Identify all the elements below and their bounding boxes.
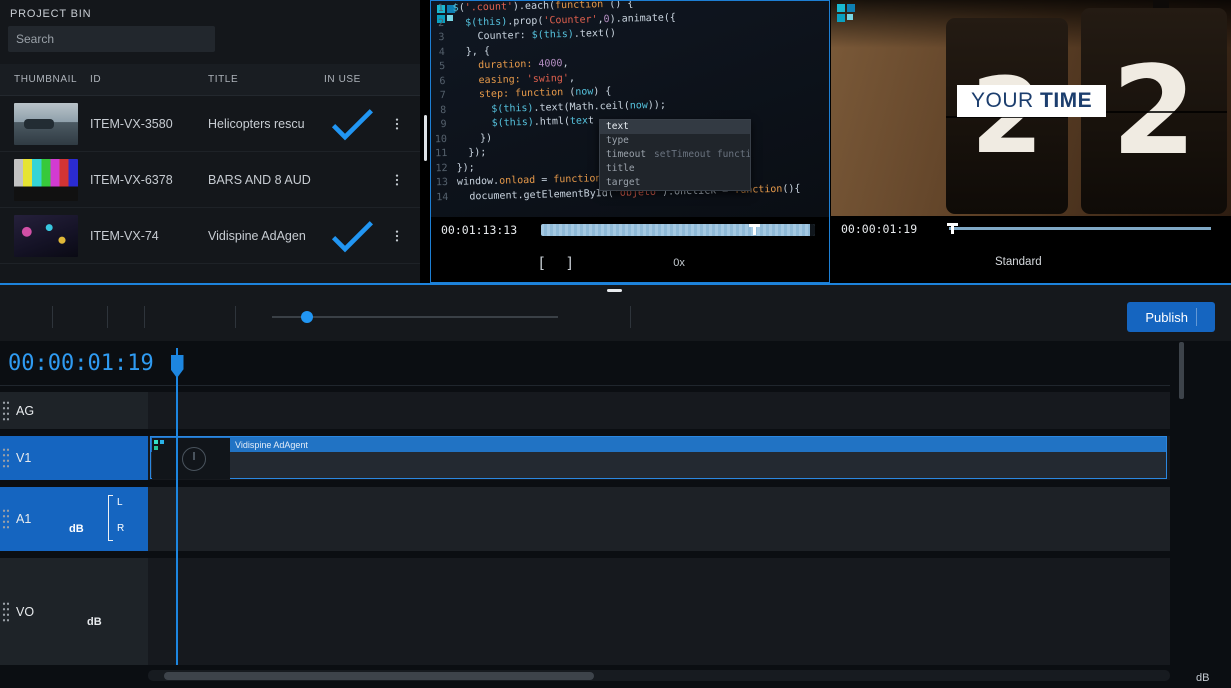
- in-use-check-icon: [324, 208, 380, 264]
- asset-thumbnail: [14, 103, 78, 145]
- project-bin-panel: PROJECT BIN THUMBNAIL ID TITLE IN USE IT…: [0, 0, 420, 283]
- waveform-left: [150, 492, 1166, 516]
- asset-thumbnail: [14, 159, 78, 201]
- timeline-clip[interactable]: Vidispine AdAgent: [150, 436, 1167, 479]
- track-name: AG: [16, 404, 34, 418]
- asset-title: Helicopters rescu: [208, 117, 324, 131]
- autocomplete-item: text: [600, 120, 750, 134]
- track-drag-handle[interactable]: [2, 601, 9, 623]
- code-autocomplete-popup: texttypetimeoutsetTimeout functiontitlet…: [599, 119, 751, 191]
- search-input[interactable]: [8, 32, 209, 46]
- timeline-panel: 00:00:01:19 AG V1 Vidispine AdAgent: [0, 341, 1231, 688]
- autocomplete-item: type: [600, 134, 750, 148]
- track-drag-handle[interactable]: [2, 447, 9, 469]
- column-title: TITLE: [208, 74, 324, 85]
- row-menu-icon[interactable]: [380, 116, 414, 132]
- speed-value: 0x: [673, 257, 685, 269]
- track-lane-a1[interactable]: [148, 487, 1170, 551]
- track-name: V1: [16, 451, 31, 465]
- channel-controls: L R: [108, 493, 146, 543]
- program-timecode[interactable]: 00:00:01:19: [841, 222, 917, 236]
- autocomplete-item: title: [600, 162, 750, 176]
- project-bin-title: PROJECT BIN: [0, 0, 420, 24]
- playhead-line: [176, 348, 178, 665]
- track-lane-ag[interactable]: [148, 392, 1170, 429]
- track-header-ag[interactable]: AG: [0, 392, 148, 429]
- track-lane-vo[interactable]: [148, 558, 1170, 665]
- bin-row[interactable]: ITEM-VX-3580Helicopters rescu: [0, 96, 420, 152]
- source-video-viewport[interactable]: 1$('.count').each(function () {2 $(this)…: [431, 1, 829, 217]
- bin-rows: ITEM-VX-3580Helicopters rescuITEM-VX-637…: [0, 96, 420, 264]
- search-box[interactable]: [8, 26, 215, 52]
- quality-selector[interactable]: Standard: [995, 256, 1042, 268]
- asset-title: Vidispine AdAgen: [208, 229, 324, 243]
- playback-speed-control[interactable]: 0x: [669, 257, 685, 269]
- asset-title: BARS AND 8 AUD: [208, 173, 324, 187]
- track-drag-handle[interactable]: [2, 508, 9, 530]
- vertical-scrollbar[interactable]: [1179, 342, 1184, 399]
- video-editor-app: PROJECT BIN THUMBNAIL ID TITLE IN USE IT…: [0, 0, 1231, 688]
- bin-row[interactable]: ITEM-VX-74Vidispine AdAgen: [0, 208, 420, 264]
- source-playhead-marker[interactable]: [749, 224, 760, 235]
- source-transport: [ ] 0x: [431, 243, 829, 283]
- source-timecode[interactable]: 00:01:13:13: [441, 223, 517, 237]
- program-transport: Standard: [831, 242, 1231, 282]
- db-unit-label: dB: [1196, 672, 1209, 684]
- channel-right-label: R: [117, 523, 124, 534]
- timeline-ruler[interactable]: [148, 341, 1170, 386]
- column-thumbnail: THUMBNAIL: [0, 74, 90, 85]
- asset-id: ITEM-VX-74: [90, 229, 208, 243]
- horizontal-scrollbar[interactable]: [148, 670, 1170, 681]
- db-meter: [1190, 341, 1231, 673]
- track-name: A1: [16, 512, 31, 526]
- mark-out-button[interactable]: ]: [565, 255, 574, 271]
- publish-label: Publish: [1145, 310, 1188, 325]
- panel-resize-handle[interactable]: [424, 115, 427, 161]
- db-label[interactable]: dB: [69, 523, 84, 535]
- channel-bracket: [108, 495, 113, 541]
- asset-thumbnail: [14, 215, 78, 257]
- clip-title: Vidispine AdAgent: [235, 440, 308, 450]
- track-name: VO: [16, 605, 34, 619]
- mark-in-button[interactable]: [: [537, 255, 546, 271]
- timeline-current-timecode: 00:00:01:19: [0, 341, 148, 386]
- autocomplete-item: timeoutsetTimeout function: [600, 148, 750, 162]
- zoom-slider-knob[interactable]: [301, 311, 313, 323]
- column-id: ID: [90, 74, 208, 85]
- edit-toolbar: Publish: [0, 285, 1231, 341]
- channel-left-label: L: [117, 497, 123, 508]
- program-player-panel: 2 2 YOUR TIME 00:00:01:19 Standard: [831, 0, 1231, 283]
- column-in-use: IN USE: [324, 74, 380, 85]
- bin-row[interactable]: ITEM-VX-6378BARS AND 8 AUD: [0, 152, 420, 208]
- track-header-vo[interactable]: VO dB: [0, 558, 148, 665]
- db-label[interactable]: dB: [87, 616, 102, 628]
- asset-id: ITEM-VX-3580: [90, 117, 208, 131]
- program-video-viewport[interactable]: 2 2 YOUR TIME: [831, 0, 1231, 216]
- splitter-handle[interactable]: [607, 289, 622, 292]
- timeline-zoom-slider[interactable]: [272, 308, 558, 326]
- publish-button[interactable]: Publish: [1127, 302, 1215, 332]
- waveform-right: [150, 520, 1166, 544]
- autocomplete-item: target: [600, 176, 750, 190]
- program-scrubber[interactable]: [949, 227, 1211, 230]
- track-header-v1[interactable]: V1: [0, 436, 148, 480]
- track-lane-v1[interactable]: Vidispine AdAgent: [148, 436, 1170, 480]
- source-scrubber[interactable]: [541, 224, 815, 236]
- horizontal-scrollbar-thumb[interactable]: [164, 672, 594, 680]
- source-player-panel: 1$('.count').each(function () {2 $(this)…: [430, 0, 830, 283]
- row-menu-icon[interactable]: [380, 172, 414, 188]
- row-menu-icon[interactable]: [380, 228, 414, 244]
- your-time-overlay: YOUR TIME: [957, 85, 1106, 117]
- bin-table-header: THUMBNAIL ID TITLE IN USE: [0, 64, 420, 96]
- track-header-a1[interactable]: A1 dB L R: [0, 487, 148, 551]
- program-playhead-marker[interactable]: [947, 223, 958, 234]
- in-use-check-icon: [324, 96, 380, 152]
- clip-thumbnail: [152, 438, 230, 479]
- track-drag-handle[interactable]: [2, 400, 9, 422]
- asset-id: ITEM-VX-6378: [90, 173, 208, 187]
